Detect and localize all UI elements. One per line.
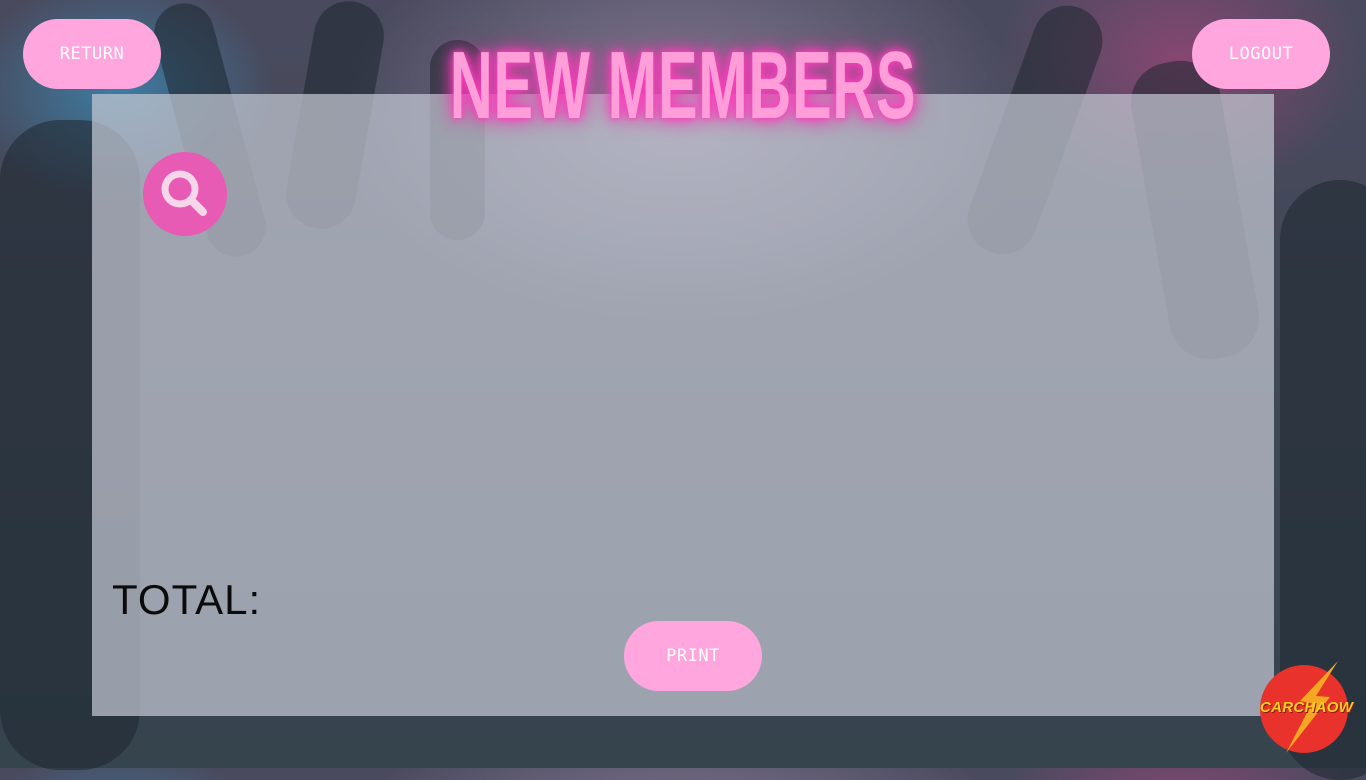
- return-button[interactable]: RETURN: [23, 19, 161, 89]
- search-button[interactable]: [143, 152, 227, 236]
- logo-text: CARCHAOW: [1260, 699, 1354, 716]
- page-title: NEW MEMBERS: [449, 32, 917, 139]
- print-button[interactable]: PRINT: [624, 621, 762, 691]
- search-icon: [161, 170, 207, 216]
- carchaow-logo: CARCHAOW: [1260, 661, 1354, 753]
- logout-button[interactable]: LOGOUT: [1192, 19, 1330, 89]
- total-label: TOTAL:: [112, 576, 262, 623]
